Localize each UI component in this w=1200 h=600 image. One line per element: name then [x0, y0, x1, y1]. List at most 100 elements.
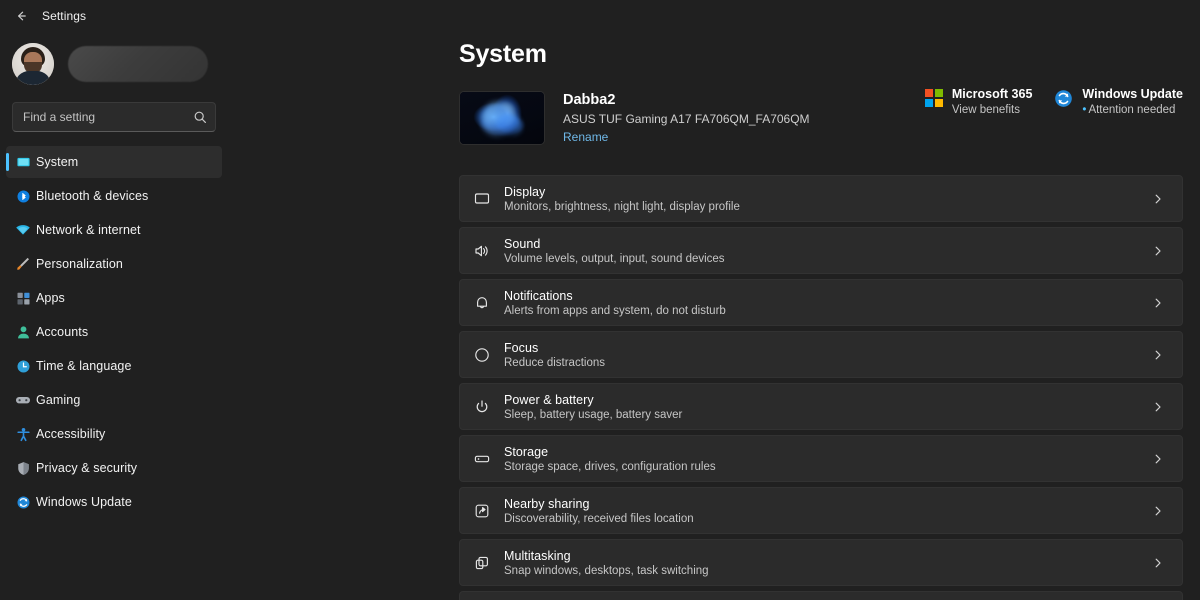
settings-row-title: Power & battery [504, 392, 594, 407]
chevron-right-icon [1152, 193, 1164, 205]
sidebar-item-privacy-security[interactable]: Privacy & security [6, 452, 222, 484]
bell-icon [460, 294, 504, 312]
sidebar-item-label: Network & internet [36, 223, 141, 237]
chevron-right-icon [1152, 245, 1164, 257]
sidebar: Find a setting System Bluetooth & device… [0, 0, 228, 600]
settings-window: Settings Find a setting System Bluetooth… [0, 0, 1200, 600]
settings-row-next-partial[interactable] [459, 591, 1183, 600]
sidebar-item-accounts[interactable]: Accounts [6, 316, 222, 348]
share-icon [460, 502, 504, 520]
page-title: System [459, 40, 547, 68]
promo-subtitle-text: Attention needed [1088, 104, 1176, 116]
main-content: System Dabba2 ASUS TUF Gaming A17 FA706Q… [228, 0, 1200, 600]
sidebar-item-system[interactable]: System [6, 146, 222, 178]
arrow-left-icon [14, 9, 28, 23]
search-placeholder: Find a setting [23, 110, 96, 124]
windows-update-promo[interactable]: Windows Update • Attention needed [1054, 87, 1183, 116]
chevron-right-icon [1152, 349, 1164, 361]
sidebar-nav: System Bluetooth & devices Network & int… [0, 146, 228, 518]
sidebar-item-accessibility[interactable]: Accessibility [6, 418, 222, 450]
settings-row-sound[interactable]: Sound Volume levels, output, input, soun… [459, 227, 1183, 274]
monitor-outline-icon [460, 190, 504, 208]
settings-row-title: Storage [504, 444, 549, 459]
apps-grid-icon [15, 290, 31, 306]
settings-row-nearby-sharing[interactable]: Nearby sharing Discoverability, received… [459, 487, 1183, 534]
account-row[interactable] [0, 38, 228, 90]
settings-list: Display Monitors, brightness, night ligh… [459, 175, 1183, 600]
settings-row-subtitle: Discoverability, received files location [504, 512, 694, 525]
promo-title: Windows Update [1082, 87, 1183, 101]
shield-icon [15, 460, 31, 476]
monitor-icon [15, 154, 31, 170]
sidebar-item-label: Accounts [36, 325, 89, 339]
windows-bloom-wallpaper-icon [459, 91, 545, 145]
focus-moon-icon [460, 346, 504, 364]
paintbrush-icon [15, 256, 31, 272]
sidebar-item-windows-update[interactable]: Windows Update [6, 486, 222, 518]
sidebar-item-label: Privacy & security [36, 461, 138, 475]
settings-row-title: Notifications [504, 288, 573, 303]
settings-row-title: Sound [504, 236, 541, 251]
sidebar-item-bluetooth-devices[interactable]: Bluetooth & devices [6, 180, 222, 212]
settings-row-subtitle: Alerts from apps and system, do not dist… [504, 304, 726, 317]
settings-row-title: Display [504, 184, 546, 199]
sidebar-item-label: Personalization [36, 257, 123, 271]
sidebar-item-time-language[interactable]: Time & language [6, 350, 222, 382]
chevron-right-icon [1152, 557, 1164, 569]
window-title: Settings [42, 9, 87, 23]
speaker-icon [460, 242, 504, 260]
sidebar-item-label: Windows Update [36, 495, 132, 509]
windows-update-icon [15, 494, 31, 510]
settings-row-display[interactable]: Display Monitors, brightness, night ligh… [459, 175, 1183, 222]
settings-row-multitasking[interactable]: Multitasking Snap windows, desktops, tas… [459, 539, 1183, 586]
windows-update-icon [1054, 89, 1073, 108]
settings-row-title: Focus [504, 340, 539, 355]
sidebar-item-personalization[interactable]: Personalization [6, 248, 222, 280]
account-name-redacted [68, 46, 208, 82]
back-button[interactable] [6, 4, 36, 28]
chevron-right-icon [1152, 297, 1164, 309]
avatar[interactable] [12, 43, 54, 85]
settings-row-subtitle: Sleep, battery usage, battery saver [504, 408, 683, 421]
gamepad-icon [15, 392, 31, 408]
promo-group: Microsoft 365 View benefits Windows Upda… [924, 87, 1183, 116]
sidebar-item-label: Time & language [36, 359, 132, 373]
sidebar-item-label: Gaming [36, 393, 81, 407]
search-icon[interactable] [193, 110, 207, 124]
sidebar-item-gaming[interactable]: Gaming [6, 384, 222, 416]
sidebar-item-label: System [36, 155, 79, 169]
sidebar-item-label: Accessibility [36, 427, 106, 441]
settings-row-title: Multitasking [504, 548, 571, 563]
title-bar: Settings [0, 0, 1200, 32]
settings-row-storage[interactable]: Storage Storage space, drives, configura… [459, 435, 1183, 482]
search-container: Find a setting [12, 102, 216, 132]
promo-subtitle: View benefits [951, 104, 1021, 116]
microsoft-365-promo[interactable]: Microsoft 365 View benefits [924, 87, 1032, 116]
settings-row-focus[interactable]: Focus Reduce distractions [459, 331, 1183, 378]
sidebar-item-network-internet[interactable]: Network & internet [6, 214, 222, 246]
accessibility-icon [15, 426, 31, 442]
settings-row-subtitle: Reduce distractions [504, 356, 605, 369]
search-input[interactable]: Find a setting [12, 102, 216, 132]
settings-row-subtitle: Snap windows, desktops, task switching [504, 564, 709, 577]
clock-icon [15, 358, 31, 374]
status-dot: • [1082, 104, 1087, 116]
sidebar-item-label: Apps [36, 291, 65, 305]
microsoft-365-logo-icon [924, 89, 943, 107]
promo-subtitle: • Attention needed [1082, 104, 1183, 116]
sidebar-item-label: Bluetooth & devices [36, 189, 149, 203]
device-name: Dabba2 [563, 92, 616, 108]
wifi-icon [15, 222, 31, 238]
rename-link[interactable]: Rename [563, 130, 608, 144]
settings-row-power-battery[interactable]: Power & battery Sleep, battery usage, ba… [459, 383, 1183, 430]
multitasking-icon [460, 554, 504, 572]
chevron-right-icon [1152, 401, 1164, 413]
settings-row-title: Nearby sharing [504, 496, 590, 511]
power-icon [460, 398, 504, 416]
settings-row-notifications[interactable]: Notifications Alerts from apps and syste… [459, 279, 1183, 326]
sidebar-item-apps[interactable]: Apps [6, 282, 222, 314]
settings-row-subtitle: Monitors, brightness, night light, displ… [504, 200, 740, 213]
device-model: ASUS TUF Gaming A17 FA706QM_FA706QM [563, 112, 810, 126]
chevron-right-icon [1152, 505, 1164, 517]
settings-row-subtitle: Storage space, drives, configuration rul… [504, 460, 716, 473]
